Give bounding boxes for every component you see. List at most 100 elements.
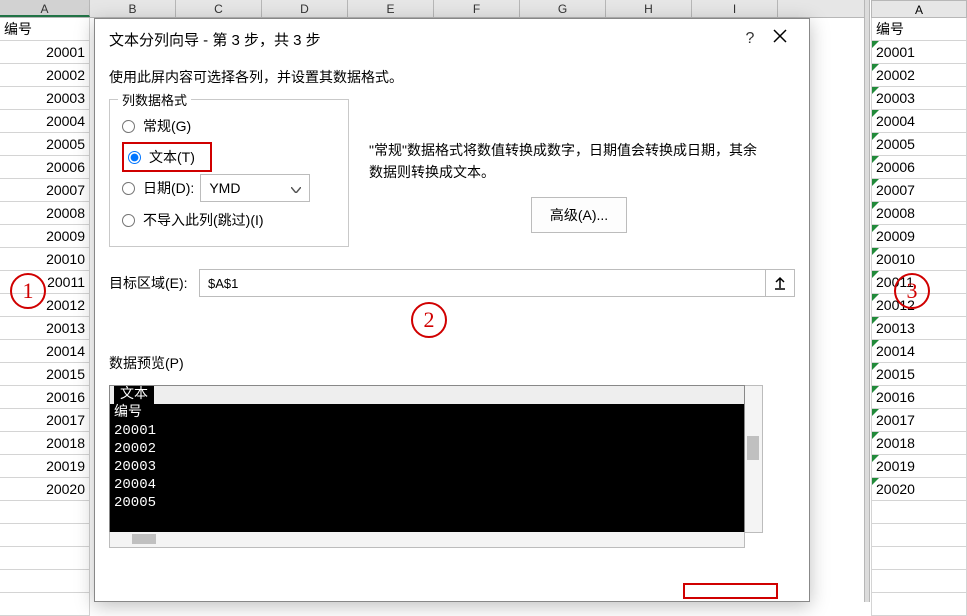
text-indicator-icon [872,202,879,209]
right-cell[interactable]: 20016 [871,386,967,409]
destination-input[interactable] [199,269,766,297]
right-cell[interactable]: 20004 [871,110,967,133]
preview-vscrollbar[interactable] [745,385,763,533]
left-sheet: 编号 20001 20002 20003 20004 20005 20006 2… [0,18,90,616]
text-indicator-icon [872,225,879,232]
left-cell[interactable]: 20002 [0,64,90,87]
close-button[interactable] [765,24,795,54]
col-header-D[interactable]: D [262,0,348,17]
pane-splitter[interactable] [864,0,870,602]
left-cell[interactable]: 20016 [0,386,90,409]
dialog-titlebar[interactable]: 文本分列向导 - 第 3 步，共 3 步 ? [95,19,809,59]
col-header-I[interactable]: I [692,0,778,17]
radio-general[interactable]: 常规(G) [122,110,336,142]
right-cell-empty[interactable] [871,501,967,524]
annotation-circle-3: 3 [894,273,930,309]
right-cell-empty[interactable] [871,524,967,547]
dialog-intro-text: 使用此屏内容可选择各列，并设置其数据格式。 [109,67,795,87]
right-cell-empty[interactable] [871,547,967,570]
left-cell[interactable]: 20019 [0,455,90,478]
radio-date[interactable]: 日期(D): YMD [122,172,336,204]
right-cell[interactable]: 20003 [871,87,967,110]
left-cell-empty[interactable] [0,547,90,570]
preview-row: 20001 [110,422,744,440]
left-cell[interactable]: 20014 [0,340,90,363]
right-cell-empty[interactable] [871,570,967,593]
left-cell[interactable]: 20015 [0,363,90,386]
annotation-redbox-bottom [683,583,778,599]
right-cell[interactable]: 20008 [871,202,967,225]
right-cell[interactable]: 20014 [871,340,967,363]
left-cell[interactable]: 20008 [0,202,90,225]
col-header-E[interactable]: E [348,0,434,17]
radio-text-input[interactable] [128,151,141,164]
radio-general-input[interactable] [122,120,135,133]
right-cell[interactable]: 20010 [871,248,967,271]
preview-row: 20003 [110,458,744,476]
collapse-icon [773,276,787,290]
radio-general-label: 常规(G) [143,116,191,136]
radio-date-input[interactable] [122,182,135,195]
col-header-A[interactable]: A [0,0,90,17]
right-cell[interactable]: 20001 [871,41,967,64]
text-indicator-icon [872,409,879,416]
right-cell[interactable]: 20018 [871,432,967,455]
right-cell[interactable]: 20020 [871,478,967,501]
left-cell[interactable]: 20017 [0,409,90,432]
left-header-cell[interactable]: 编号 [0,18,90,41]
left-cell[interactable]: 20009 [0,225,90,248]
help-button[interactable]: ? [735,24,765,54]
close-icon [773,29,787,43]
right-cell[interactable]: 20015 [871,363,967,386]
advanced-button[interactable]: 高级(A)... [531,197,627,233]
text-indicator-icon [872,87,879,94]
left-cell[interactable]: 20013 [0,317,90,340]
right-cell[interactable]: 20017 [871,409,967,432]
left-cell-empty[interactable] [0,524,90,547]
left-cell[interactable]: 20003 [0,87,90,110]
right-col-header-A[interactable]: A [871,0,967,18]
right-cell[interactable]: 20006 [871,156,967,179]
col-header-H[interactable]: H [606,0,692,17]
text-indicator-icon [872,110,879,117]
chevron-down-icon [291,180,301,196]
left-cell[interactable]: 20007 [0,179,90,202]
right-cell[interactable]: 20005 [871,133,967,156]
text-indicator-icon [872,179,879,186]
left-cell[interactable]: 20020 [0,478,90,501]
preview-hscrollbar[interactable] [109,532,745,548]
text-indicator-icon [872,41,879,48]
col-header-C[interactable]: C [176,0,262,17]
right-cell[interactable]: 20002 [871,64,967,87]
left-cell[interactable]: 20004 [0,110,90,133]
vscroll-thumb[interactable] [747,436,759,460]
right-cell[interactable]: 20007 [871,179,967,202]
right-sheet: 编号 20001 20002 20003 20004 20005 20006 2… [871,18,967,616]
left-cell[interactable]: 20001 [0,41,90,64]
left-cell-empty[interactable] [0,501,90,524]
left-cell[interactable]: 20005 [0,133,90,156]
left-cell[interactable]: 20010 [0,248,90,271]
radio-text[interactable]: 文本(T) [122,142,212,172]
right-cell-empty[interactable] [871,593,967,616]
right-cell[interactable]: 20019 [871,455,967,478]
left-cell[interactable]: 20018 [0,432,90,455]
col-header-B[interactable]: B [90,0,176,17]
right-cell[interactable]: 20009 [871,225,967,248]
col-header-F[interactable]: F [434,0,520,17]
right-header-cell[interactable]: 编号 [871,18,967,41]
radio-skip[interactable]: 不导入此列(跳过)(I) [122,204,336,236]
left-cell[interactable]: 20006 [0,156,90,179]
col-header-G[interactable]: G [520,0,606,17]
hscroll-thumb[interactable] [132,534,156,544]
date-format-select[interactable]: YMD [200,174,310,202]
radio-skip-input[interactable] [122,214,135,227]
dialog-title: 文本分列向导 - 第 3 步，共 3 步 [109,29,735,50]
left-cell-empty[interactable] [0,570,90,593]
collapse-dialog-button[interactable] [765,269,795,297]
format-description: "常规"数据格式将数值转换成数字，日期值会转换成日期，其余 数据则转换成文本。 [369,139,789,183]
data-preview[interactable]: 文本 编号 20001 20002 20003 20004 20005 [109,385,745,533]
right-cell[interactable]: 20013 [871,317,967,340]
radio-date-label: 日期(D): [143,178,194,198]
left-cell-empty[interactable] [0,593,90,616]
